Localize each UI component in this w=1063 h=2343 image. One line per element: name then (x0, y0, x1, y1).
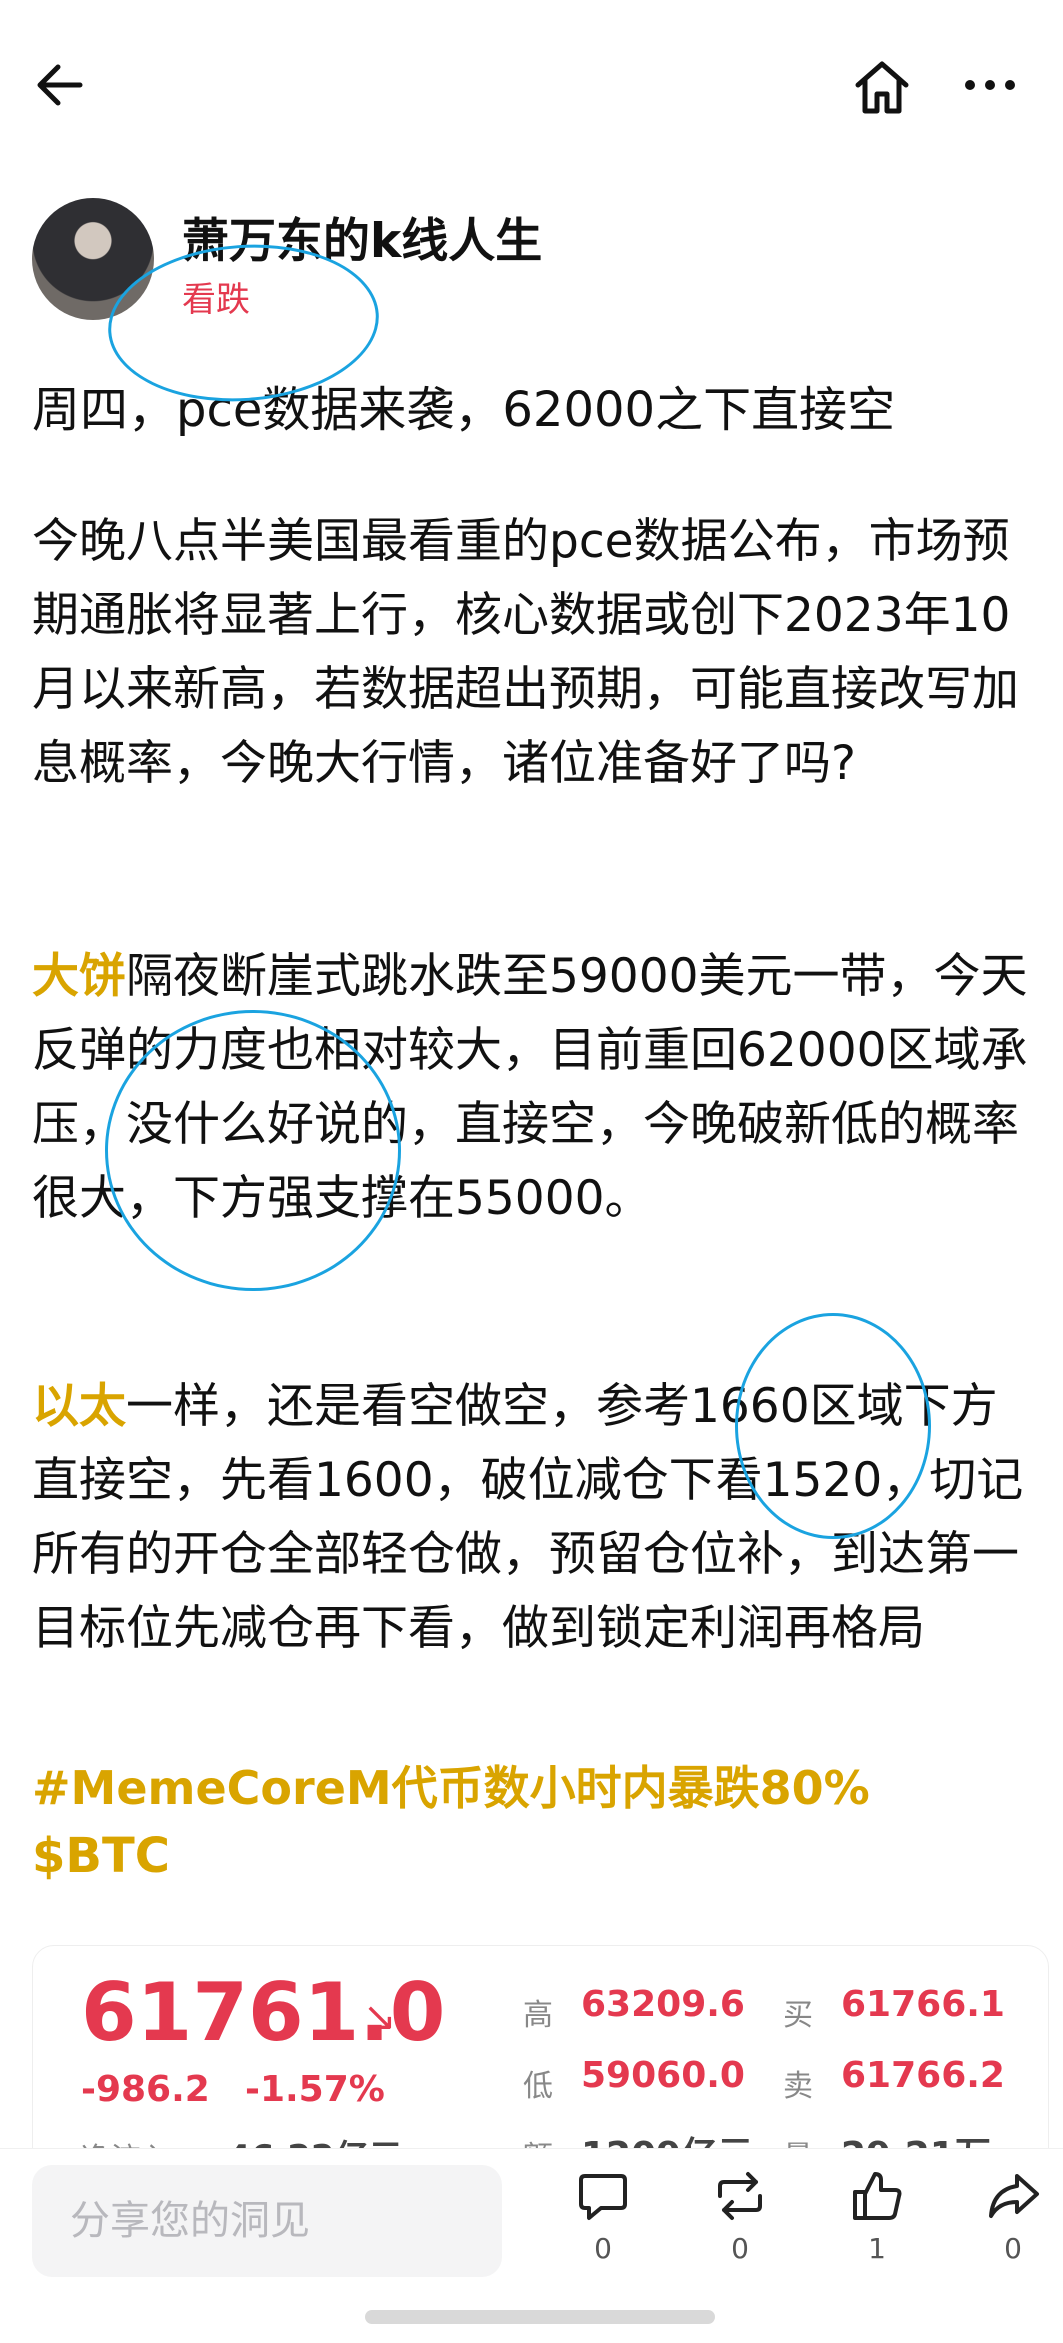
repost-icon (718, 2172, 762, 2220)
avatar[interactable] (32, 198, 154, 320)
high-label: 高 (523, 1998, 553, 2033)
ticker-change: -986.2 (81, 2069, 210, 2110)
like-button[interactable]: 1 (832, 2168, 922, 2288)
post-paragraph-2: 大饼隔夜断崖式跳水跌至59000美元一带，今天反弹的力度也相对较大，目前重回62… (32, 940, 1042, 1236)
paragraph-3-text: 一样，还是看空做空，参考1660区域下方直接空，先看1600，破位减仓下看152… (32, 1379, 1024, 1656)
paragraph-2-text: 隔夜断崖式跳水跌至59000美元一带，今天反弹的力度也相对较大，目前重回6200… (32, 949, 1028, 1226)
home-icon (855, 61, 909, 114)
comment-input[interactable] (32, 2165, 502, 2277)
buy-value: 61766.1 (841, 1984, 1005, 2025)
post-paragraph-1: 今晚八点半美国最看重的pce数据公布，市场预期通胀将显著上行，核心数据或创下20… (32, 514, 1019, 791)
highlight-btc[interactable]: 大饼 (32, 949, 126, 1004)
like-icon (853, 2172, 902, 2220)
repost-button[interactable]: 0 (695, 2168, 785, 2288)
trend-down-icon: ↘ (363, 1994, 397, 2040)
sell-label: 卖 (783, 2069, 813, 2104)
comment-button[interactable]: 0 (558, 2168, 648, 2288)
more-icon (965, 80, 1015, 90)
ticker-change-pct: -1.57% (245, 2069, 385, 2110)
highlight-eth[interactable]: 以太 (32, 1379, 126, 1434)
back-arrow-icon (37, 64, 83, 106)
comment-icon (579, 2174, 627, 2220)
sell-value: 61766.2 (841, 2055, 1005, 2096)
repost-count: 0 (731, 2232, 749, 2265)
low-value: 59060.0 (581, 2055, 745, 2096)
buy-label: 买 (783, 1998, 813, 2033)
back-button[interactable] (30, 55, 120, 145)
comment-count: 0 (594, 2232, 612, 2265)
more-button[interactable] (960, 55, 1050, 145)
post-title: 周四，pce数据来袭，62000之下直接空 (32, 382, 896, 438)
share-button[interactable]: 0 (968, 2168, 1058, 2288)
like-count: 1 (868, 2232, 886, 2265)
sentiment-badge: 看跌 (182, 280, 250, 320)
cashtag-link[interactable]: $BTC (32, 1828, 170, 1884)
author-name[interactable]: 萧万东的k线人生 (182, 202, 542, 271)
post-paragraph-3: 以太一样，还是看空做空，参考1660区域下方直接空，先看1600，破位减仓下看1… (32, 1370, 1042, 1666)
ticker-card[interactable]: 61761.0 ↘ -986.2 -1.57% 净流入 -46.22亿元 高 6… (32, 1945, 1049, 2177)
hashtag-link[interactable]: #MemeCoreM代币数小时内暴跌80% (32, 1752, 870, 1818)
low-label: 低 (523, 2069, 553, 2104)
share-icon (989, 2174, 1039, 2218)
high-value: 63209.6 (581, 1984, 745, 2025)
home-button[interactable] (850, 55, 940, 145)
share-count: 0 (1004, 2232, 1022, 2265)
home-indicator[interactable] (365, 2310, 715, 2324)
